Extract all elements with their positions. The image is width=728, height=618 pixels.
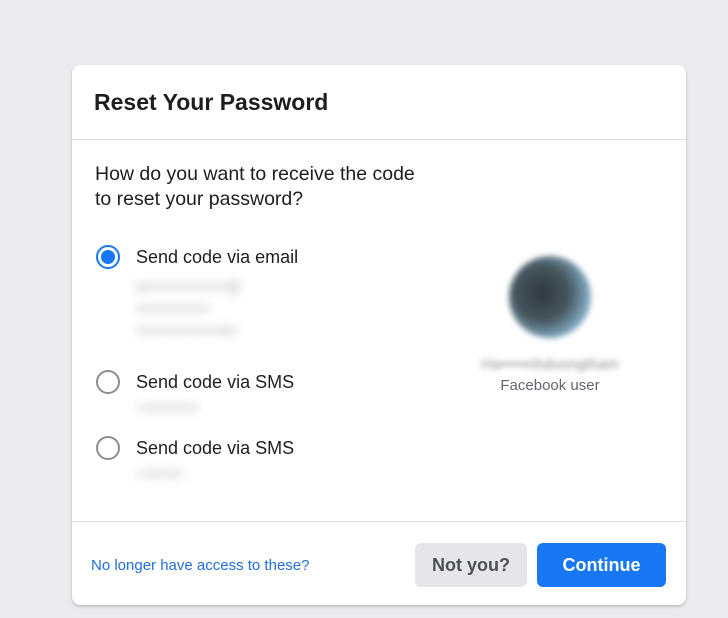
option-sms-2-label: Send code via SMS xyxy=(136,437,295,458)
option-sms-2[interactable]: Send code via SMS +•••••••• xyxy=(96,436,376,484)
option-email-label: Send code via email xyxy=(136,246,299,267)
email-detail-line: ••••••••••••••••••m xyxy=(136,322,236,338)
option-sms-1-label: Send code via SMS xyxy=(136,371,295,392)
dialog-header: Reset Your Password xyxy=(72,65,686,140)
option-email[interactable]: Send code via email a•••••••••••••••••@ … xyxy=(96,245,376,341)
email-detail-line: a•••••••••••••••••@ xyxy=(136,278,242,294)
profile-name: Ha•••••nhduongtham xyxy=(481,356,619,373)
continue-button[interactable]: Continue xyxy=(537,543,666,587)
reset-password-dialog: Reset Your Password How do you want to r… xyxy=(72,65,686,605)
email-detail-line: ••••••••••••••• xyxy=(136,300,210,316)
sms-2-detail: +•••••••• xyxy=(136,465,184,481)
option-sms-1[interactable]: Send code via SMS +••••••••••• xyxy=(96,370,376,418)
profile-card: Ha•••••nhduongtham Facebook user xyxy=(460,256,640,394)
option-sms-2-row[interactable]: Send code via SMS xyxy=(96,436,376,460)
radio-button-sms-2[interactable] xyxy=(96,436,120,460)
no-access-link[interactable]: No longer have access to these? xyxy=(91,557,309,574)
radio-button-email[interactable] xyxy=(96,245,120,269)
dialog-title: Reset Your Password xyxy=(94,88,329,115)
dialog-footer: No longer have access to these? Not you?… xyxy=(72,521,686,605)
avatar xyxy=(509,256,591,338)
sms-1-detail: +••••••••••• xyxy=(136,399,199,415)
option-sms-1-row[interactable]: Send code via SMS xyxy=(96,370,376,394)
question-text: How do you want to receive the code to r… xyxy=(95,163,415,210)
option-email-row[interactable]: Send code via email xyxy=(96,245,376,269)
not-you-button[interactable]: Not you? xyxy=(415,543,527,587)
radio-button-sms-1[interactable] xyxy=(96,370,120,394)
dialog-body: How do you want to receive the code to r… xyxy=(72,140,686,520)
profile-subtitle: Facebook user xyxy=(500,377,600,394)
radio-selected-dot xyxy=(101,250,115,264)
